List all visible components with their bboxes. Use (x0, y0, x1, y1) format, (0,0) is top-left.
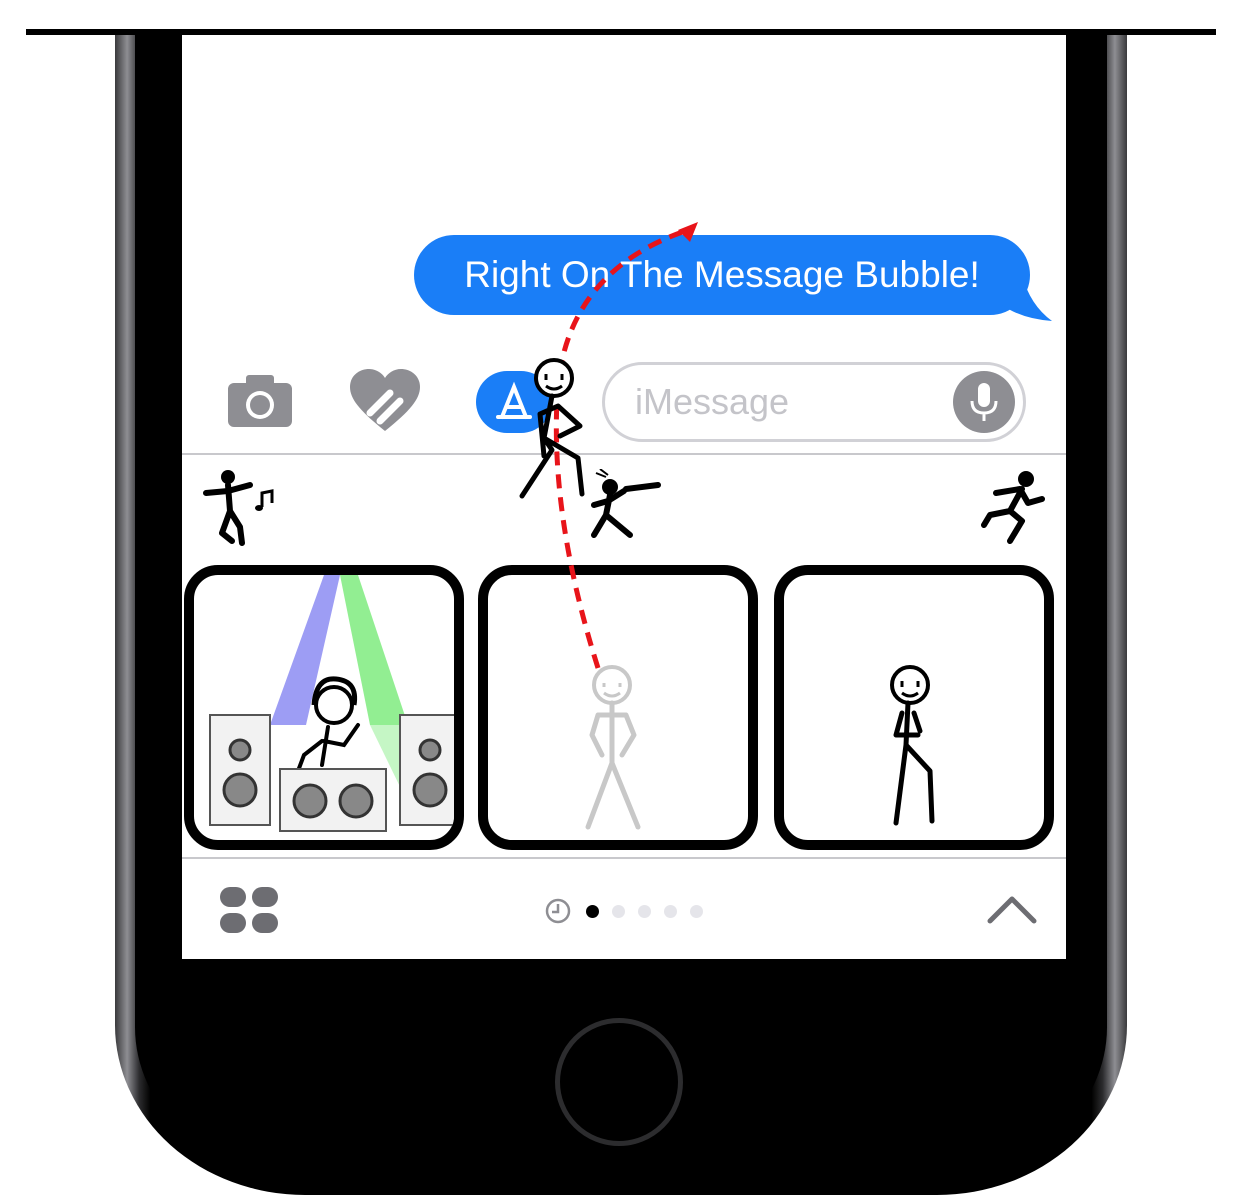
dj-stickman-image (209, 575, 454, 832)
page-dot-2[interactable] (612, 905, 625, 918)
drag-annotation (519, 222, 698, 669)
page-dot-4[interactable] (664, 905, 677, 918)
home-button[interactable] (555, 1018, 683, 1146)
dancing-stickman-icon[interactable] (202, 467, 280, 547)
heart-touch-icon[interactable] (350, 369, 420, 433)
chevron-up-icon[interactable] (986, 893, 1038, 925)
page-dot-5[interactable] (690, 905, 703, 918)
arrow-head (678, 222, 698, 242)
page-dot-1[interactable] (586, 905, 599, 918)
camera-icon[interactable] (226, 375, 294, 427)
dragging-stickman (519, 358, 585, 499)
clock-icon[interactable] (544, 897, 572, 925)
bubble-tail (1002, 275, 1052, 321)
drag-path-arrow (553, 227, 689, 669)
running-stickman-icon[interactable] (976, 469, 1048, 545)
app-drawer-icon[interactable] (218, 885, 280, 935)
microphone-icon (970, 383, 998, 421)
page-dot-3[interactable] (638, 905, 651, 918)
dj-stickman-sticker[interactable] (184, 565, 464, 850)
microphone-button[interactable] (953, 371, 1015, 433)
walking-stickman-image (890, 665, 935, 826)
walking-stickman-sticker[interactable] (774, 565, 1054, 850)
drawer-divider (182, 857, 1066, 859)
